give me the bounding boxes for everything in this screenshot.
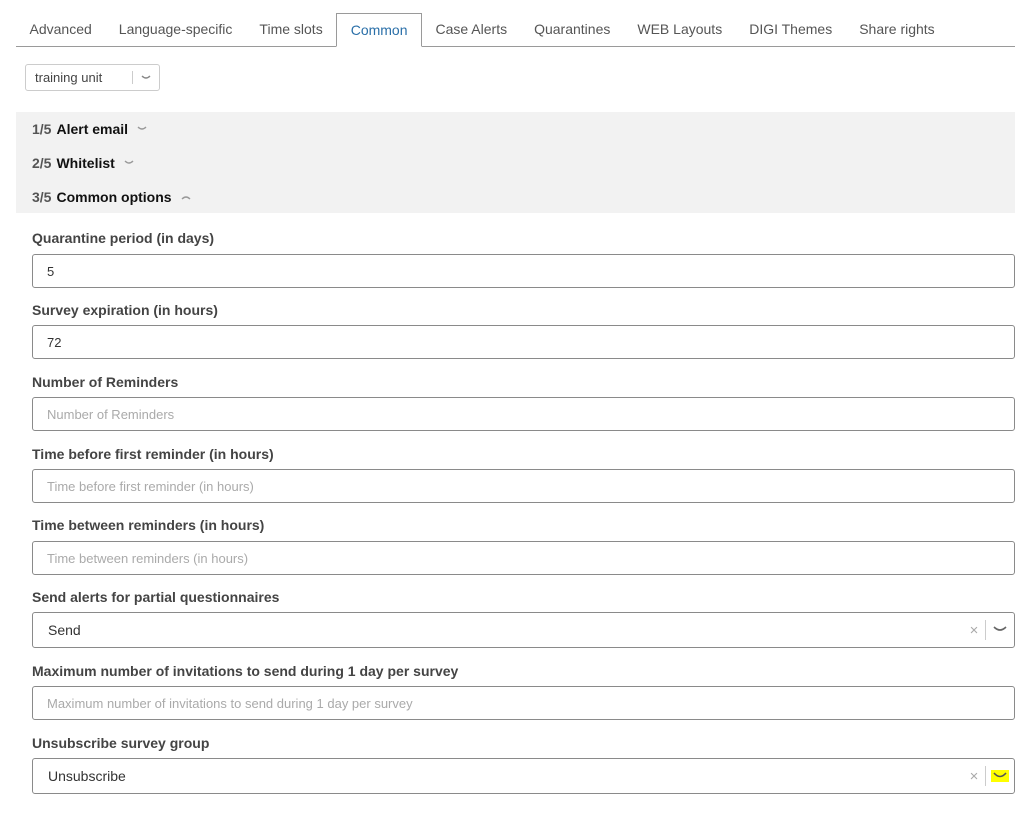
settings-accordion: 1/5 Alert email 2/5 Whitelist 3/5 Common… (16, 112, 1015, 213)
partial-alerts-value: Send (48, 622, 81, 638)
first-reminder-label: Time before first reminder (in hours) (32, 446, 274, 462)
number-of-reminders-input[interactable] (32, 397, 1015, 431)
number-of-reminders-label: Number of Reminders (32, 374, 179, 390)
tab-case-alerts[interactable]: Case Alerts (422, 13, 521, 46)
chevron-down-icon[interactable] (133, 74, 159, 81)
survey-expiration-label: Survey expiration (in hours) (32, 302, 218, 318)
between-reminders-input[interactable] (32, 541, 1015, 575)
tab-advanced[interactable]: Advanced (16, 13, 105, 46)
accordion-common-options[interactable]: 3/5 Common options (32, 189, 191, 205)
survey-expiration-input[interactable] (32, 325, 1015, 359)
partial-alerts-select[interactable]: Send × (32, 612, 1015, 648)
tab-share-rights[interactable]: Share rights (846, 13, 948, 46)
unit-select[interactable]: training unit (25, 64, 160, 91)
accordion-number: 2/5 (32, 155, 52, 171)
first-reminder-input[interactable] (32, 469, 1015, 503)
accordion-whitelist[interactable]: 2/5 Whitelist (32, 155, 134, 171)
accordion-title: Alert email (56, 121, 129, 137)
partial-alerts-label: Send alerts for partial questionnaires (32, 589, 280, 605)
unit-select-value: training unit (35, 70, 103, 85)
accordion-alert-email[interactable]: 1/5 Alert email (32, 121, 147, 137)
chevron-down-icon[interactable] (986, 626, 1014, 634)
tab-web-layouts[interactable]: WEB Layouts (624, 13, 736, 46)
chevron-down-icon (124, 160, 134, 166)
quarantine-period-label: Quarantine period (in days) (32, 230, 215, 246)
accordion-number: 1/5 (32, 121, 52, 137)
max-invitations-label: Maximum number of invitations to send du… (32, 663, 459, 679)
between-reminders-label: Time between reminders (in hours) (32, 517, 265, 533)
tab-time-slots[interactable]: Time slots (246, 13, 336, 46)
clear-icon[interactable]: × (963, 768, 985, 785)
accordion-number: 3/5 (32, 189, 52, 205)
tab-common[interactable]: Common (336, 13, 422, 47)
chevron-up-icon (181, 194, 191, 200)
max-invitations-input[interactable] (32, 686, 1015, 720)
chevron-down-icon[interactable] (986, 770, 1014, 782)
accordion-title: Common options (56, 189, 172, 205)
unsubscribe-group-label: Unsubscribe survey group (32, 735, 210, 751)
tab-quarantines[interactable]: Quarantines (521, 13, 624, 46)
chevron-down-icon (137, 126, 147, 132)
tab-digi-themes[interactable]: DIGI Themes (736, 13, 846, 46)
clear-icon[interactable]: × (963, 622, 985, 639)
unsubscribe-group-value: Unsubscribe (48, 768, 126, 784)
unsubscribe-group-select[interactable]: Unsubscribe × (32, 758, 1015, 794)
quarantine-period-input[interactable] (32, 254, 1015, 288)
tab-bar: Advanced Language-specific Time slots Co… (16, 13, 1015, 47)
accordion-title: Whitelist (56, 155, 115, 171)
tab-language-specific[interactable]: Language-specific (105, 13, 246, 46)
